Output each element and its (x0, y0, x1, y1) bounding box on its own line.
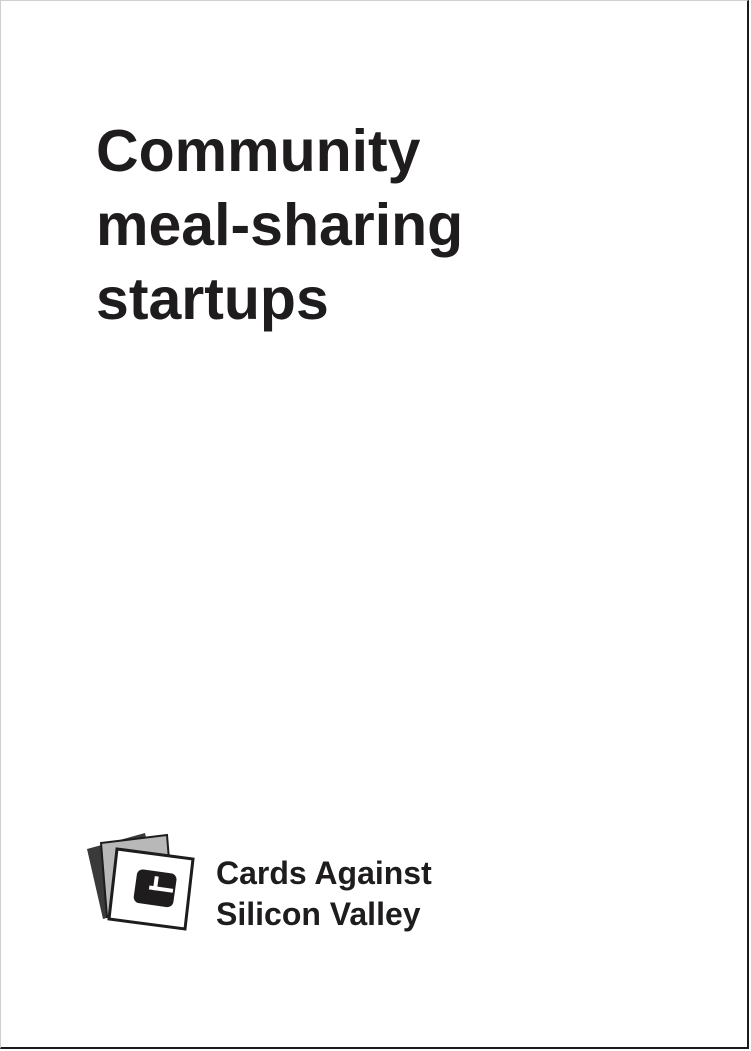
brand-line-1: Cards Against (216, 855, 432, 891)
game-card[interactable]: Community meal-sharing startups Cards Ag… (0, 0, 749, 1049)
card-text: Community meal-sharing startups (96, 114, 463, 336)
logo-chip-symbol (133, 869, 177, 908)
brand-line-2: Silicon Valley (216, 896, 421, 932)
card-text-line-3: startups (96, 266, 329, 332)
stacked-cards-logo-icon (87, 833, 195, 931)
brand-name: Cards Against Silicon Valley (216, 853, 432, 935)
card-text-line-1: Community (96, 118, 421, 184)
card-text-line-2: meal-sharing (96, 192, 464, 258)
